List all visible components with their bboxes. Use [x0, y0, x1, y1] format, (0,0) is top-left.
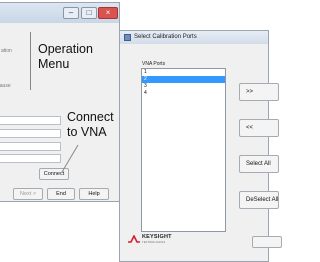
select-calibration-ports-dialog: Select Calibration Ports VNA Ports 1 2 3… — [119, 30, 282, 262]
port-item-3[interactable]: 3 — [142, 83, 225, 90]
dialog-action-button[interactable] — [252, 236, 282, 248]
keysight-wave-icon — [128, 235, 140, 243]
deselect-all-button[interactable]: DeSelect All — [239, 191, 279, 209]
annotation-line: to VNA — [67, 125, 107, 139]
add-port-button[interactable]: >> — [239, 83, 279, 101]
vna-ports-listbox[interactable]: 1 2 3 4 — [141, 68, 226, 232]
connect-to-vna-annotation: Connect to VNA — [67, 110, 114, 140]
logo-name: KEYSIGHT — [142, 234, 172, 240]
select-all-button[interactable]: Select All — [239, 155, 279, 173]
annotation-line: Connect — [67, 110, 114, 124]
dialog-titlebar: Select Calibration Ports — [120, 31, 268, 44]
vna-ports-label: VNA Ports — [142, 61, 166, 67]
port-item-4[interactable]: 4 — [142, 90, 225, 97]
dialog-title: Select Calibration Ports — [134, 34, 197, 40]
port-item-1[interactable]: 1 — [142, 69, 225, 76]
remove-port-button[interactable]: << — [239, 119, 279, 137]
app-icon — [124, 34, 131, 41]
port-item-2[interactable]: 2 — [142, 76, 225, 83]
logo-tagline: TECHNOLOGIES — [142, 241, 166, 244]
